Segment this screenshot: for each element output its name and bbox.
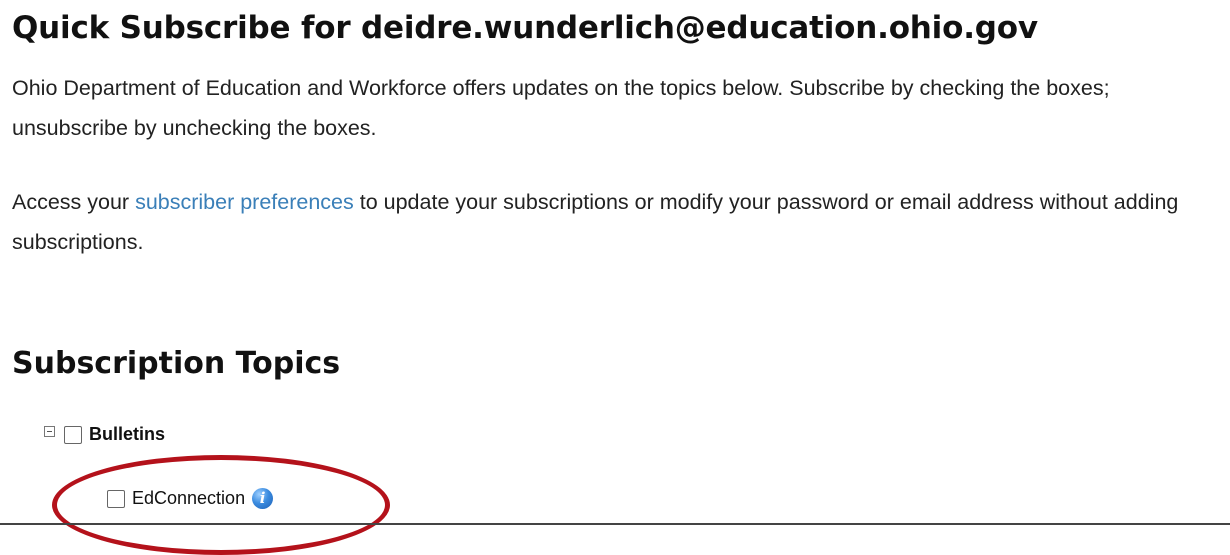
access-prefix: Access your — [12, 190, 136, 214]
access-text: Access your subscriber preferences to up… — [12, 182, 1230, 262]
edconnection-label: EdConnection — [132, 488, 246, 508]
bottom-divider — [0, 523, 1230, 525]
subscriber-preferences-link[interactable]: subscriber preferences — [135, 190, 354, 214]
bulletins-checkbox[interactable] — [64, 425, 82, 444]
page-title: Quick Subscribe for deidre.wunderlich@ed… — [12, 10, 1038, 46]
intro-text: Ohio Department of Education and Workfor… — [12, 76, 1110, 140]
bulletins-label: Bulletins — [89, 424, 166, 444]
subscription-topics-heading: Subscription Topics — [12, 346, 341, 381]
topic-row-bulletins: Bulletins — [44, 424, 165, 445]
edconnection-checkbox[interactable] — [107, 489, 125, 508]
collapse-toggle-icon[interactable] — [44, 426, 55, 437]
info-icon[interactable]: i — [252, 488, 274, 509]
topic-row-edconnection: EdConnection i — [107, 488, 274, 509]
